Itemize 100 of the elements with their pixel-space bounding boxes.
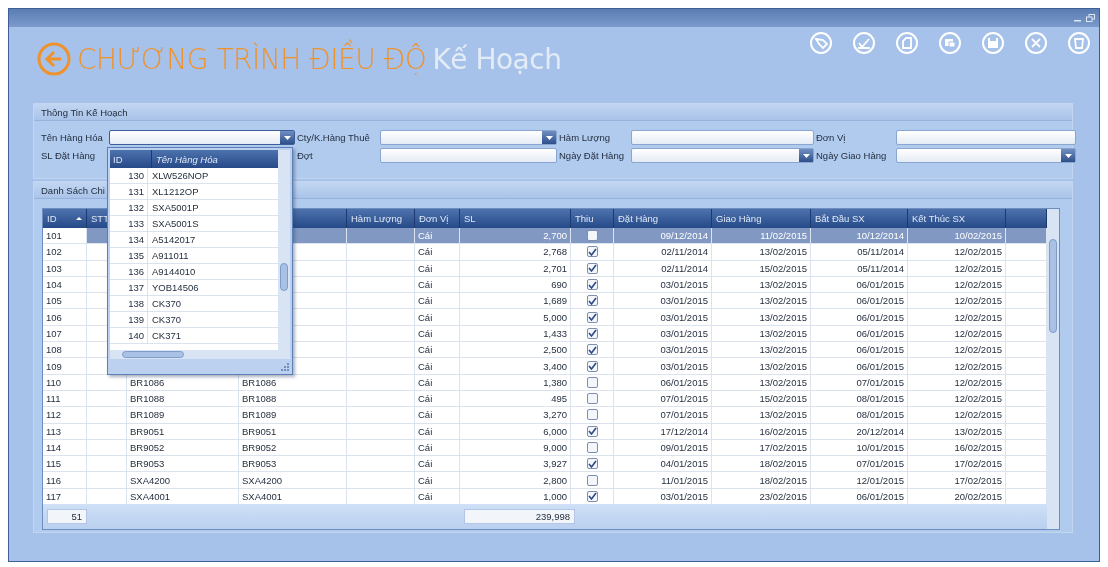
caret-icon [802,153,810,158]
field-label: Cty/K.Hàng Thuê [297,132,371,143]
list-item[interactable]: 135 A911011 [110,248,279,264]
checkbox[interactable] [586,262,598,274]
list-item[interactable]: 131 XL1212OP [110,184,279,200]
table-row[interactable]: 111 BR1088 BR1088 Cái 495 07/01/2015 15/02/2015 08/01/2015 12/02/2015 [43,390,1047,408]
scrollbar[interactable] [278,150,290,350]
checkbox[interactable] [586,490,598,502]
table-cell: 10/02/2015 [908,228,1006,245]
table-cell: 06/01/2015 [811,358,908,375]
checkbox[interactable] [586,393,598,405]
table-row[interactable]: 115 BR9053 BR9053 Cái 3,927 04/01/2015 18/02/2015 07/01/2015 17/02/2015 [43,456,1047,473]
input-field[interactable] [896,130,1076,145]
list-item[interactable]: 137 YOB14506 [110,280,279,296]
input-field[interactable] [631,130,814,145]
table-cell: 17/02/2015 [908,456,1006,473]
dropdown-field[interactable] [631,148,814,163]
table-cell: 3,400 [460,358,571,375]
copy-icon[interactable] [938,31,962,55]
table-cell: 108 [43,342,87,359]
checkbox[interactable] [586,295,598,307]
save-icon[interactable] [981,31,1005,55]
table-cell: 2,701 [460,260,571,277]
scrollbar[interactable] [1047,209,1059,529]
field-label: Đợt [297,150,314,161]
table-cell: 15/02/2015 [712,390,811,408]
checkbox[interactable] [586,360,598,372]
table-cell: 112 [43,407,87,424]
table-cell: 03/01/2015 [614,325,712,343]
list-item[interactable]: 138 CK370 [110,296,279,312]
trash-icon[interactable] [1067,31,1091,55]
table-cell: 10/01/2015 [811,439,908,457]
table-cell: 08/01/2015 [811,407,908,424]
checkbox[interactable] [586,344,598,356]
column-header[interactable]: ID [110,150,152,168]
checkbox[interactable] [586,327,598,339]
checkbox[interactable] [586,458,598,470]
table-cell: 06/01/2015 [811,293,908,310]
table-cell: 04/01/2015 [614,456,712,473]
table-cell: 12/02/2015 [908,244,1006,261]
summary-cell: 51 [47,509,87,524]
check-icon[interactable] [852,31,876,55]
list-item[interactable]: 133 SXA5001S [110,216,279,232]
table-cell: 12/02/2015 [908,390,1006,408]
resize-grip-icon[interactable] [281,363,289,371]
list-item[interactable]: 136 A9144010 [110,264,279,280]
checkbox[interactable] [586,425,598,437]
table-cell: 06/01/2015 [811,325,908,343]
checkbox[interactable] [586,230,598,242]
column-header[interactable]: Tên Hàng Hóa [152,150,279,168]
table-cell: 105 [43,293,87,310]
table-cell: 106 [43,309,87,326]
table-cell: Cái [415,325,460,343]
checkbox[interactable] [586,279,598,291]
list-item[interactable]: 134 A5142017 [110,232,279,248]
table-cell: 2,700 [460,228,571,245]
table-cell: 16/02/2015 [712,423,811,440]
table-cell: Cái [415,439,460,457]
list-item[interactable]: 140 CK371 [110,328,279,344]
table-cell: 18/02/2015 [712,456,811,473]
dropdown-field[interactable] [109,130,295,145]
table-row[interactable]: 113 BR9051 BR9051 Cái 6,000 17/12/2014 16/02/2015 20/12/2014 13/02/2015 [43,423,1047,440]
checkbox[interactable] [586,409,598,421]
table-cell: 107 [43,325,87,343]
tag-icon[interactable] [809,31,833,55]
sort-icon [76,217,82,220]
table-cell: 02/11/2014 [614,260,712,277]
dropdown-field[interactable] [896,148,1076,163]
table-cell: 03/01/2015 [614,358,712,375]
table-cell: Cái [415,293,460,310]
table-cell: BR1089 [127,407,239,424]
table-cell: 07/01/2015 [811,374,908,391]
table-cell: BR9053 [239,456,347,473]
checkbox[interactable] [586,376,598,388]
field-label: Ngày Đặt Hàng [559,150,625,161]
table-cell: 08/01/2015 [811,390,908,408]
table-row[interactable]: 116 SXA4200 SXA4200 Cái 2,800 11/01/2015 18/02/2015 12/01/2015 17/02/2015 [43,472,1047,489]
document-icon[interactable] [895,31,919,55]
table-cell: 09/01/2015 [614,439,712,457]
caret-icon [545,135,553,140]
table-cell: 103 [43,260,87,277]
table-cell: 13/02/2015 [712,342,811,359]
table-row[interactable]: 112 BR1089 BR1089 Cái 3,270 07/01/2015 13/02/2015 08/01/2015 12/02/2015 [43,407,1047,424]
list-item[interactable]: 130 XLW526NOP [110,168,279,184]
checkbox[interactable] [586,311,598,323]
list-item[interactable]: 132 SXA5001P [110,200,279,216]
table-cell: 12/02/2015 [908,374,1006,391]
field-label: SL Đặt Hàng [41,150,97,161]
list-item[interactable]: 139 CK370 [110,312,279,328]
dropdown-field[interactable] [380,130,557,145]
checkbox[interactable] [586,246,598,258]
scrollbar[interactable] [110,350,290,359]
checkbox[interactable] [586,442,598,453]
restore-icon[interactable] [1086,14,1095,22]
close-icon[interactable] [1024,31,1048,55]
table-row[interactable]: 114 BR9052 BR9052 Cái 9,000 09/01/2015 17/02/2015 10/01/2015 16/02/2015 [43,439,1047,457]
checkbox[interactable] [586,474,598,486]
table-cell: Cái [415,390,460,408]
table-cell: 2,500 [460,342,571,359]
input-field[interactable] [380,148,557,163]
